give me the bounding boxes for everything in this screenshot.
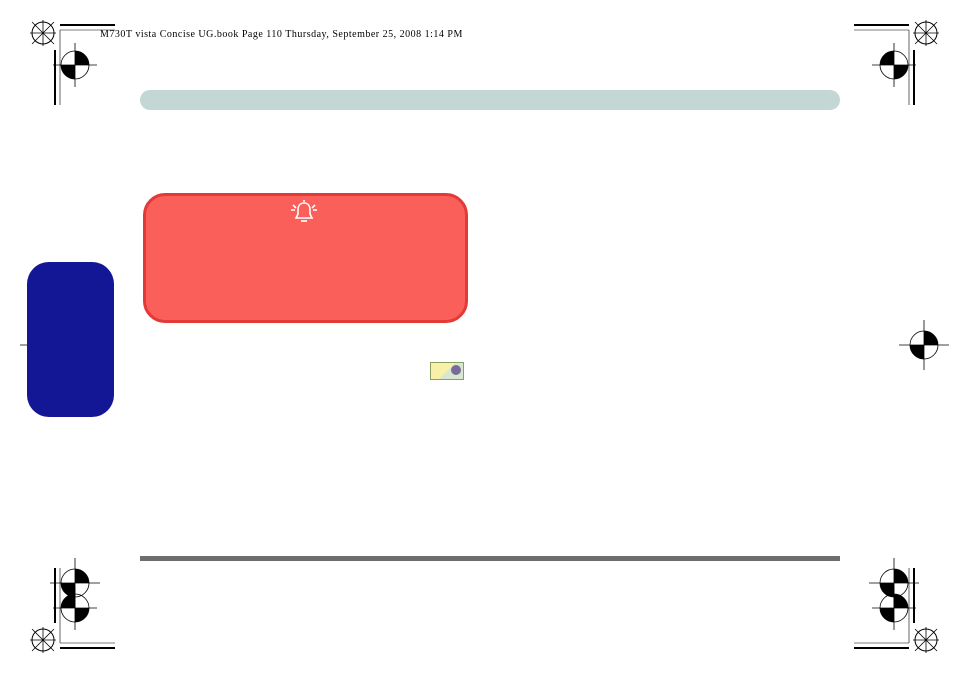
bell-alarm-icon xyxy=(290,200,318,229)
header-pill xyxy=(140,90,840,110)
print-header-line: M730T vista Concise UG.book Page 110 Thu… xyxy=(100,29,463,40)
registration-mark-top-right xyxy=(854,15,944,105)
registration-target-bottom-left xyxy=(50,558,100,608)
side-tab xyxy=(27,262,114,417)
sticker-icon xyxy=(430,362,464,380)
footer-rule xyxy=(140,556,840,561)
registration-target-bottom-right xyxy=(869,558,919,608)
registration-target-right xyxy=(899,320,949,370)
